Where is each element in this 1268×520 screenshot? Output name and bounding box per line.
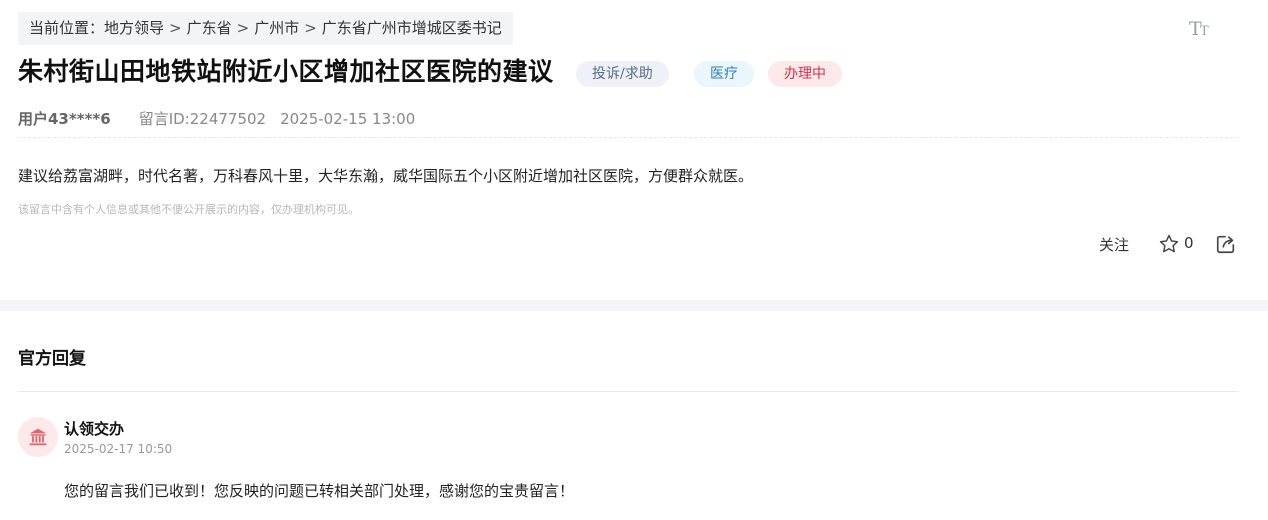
post-user: 用户43****6 bbox=[18, 110, 111, 128]
reply-body: 您的留言我们已收到！您反映的问题已转相关部门处理，感谢您的宝贵留言！ bbox=[64, 482, 575, 500]
breadcrumb-separator: > bbox=[169, 19, 182, 37]
tag-category: 医疗 bbox=[694, 61, 754, 87]
reply-org: 认领交办 bbox=[64, 420, 125, 438]
official-reply-title: 官方回复 bbox=[18, 349, 86, 369]
message-id: 留言ID:22477502 bbox=[138, 110, 267, 128]
breadcrumb-separator: > bbox=[236, 19, 250, 37]
star-icon bbox=[1159, 234, 1179, 253]
avatar bbox=[18, 417, 58, 457]
reply-time: 2025-02-17 10:50 bbox=[64, 442, 173, 456]
divider bbox=[18, 391, 1238, 392]
government-building-icon bbox=[29, 428, 47, 446]
breadcrumb-item-zengcheng-secretary[interactable]: 广东省广州市增城区委书记 bbox=[322, 19, 502, 37]
post-content: 建议给荔富湖畔，时代名著，万科春风十里，大华东瀚，威华国际五个小区附近增加社区医… bbox=[18, 167, 754, 185]
breadcrumb-item-local-leaders[interactable]: 地方领导 bbox=[104, 19, 164, 37]
tag-type: 投诉/求助 bbox=[576, 61, 669, 87]
breadcrumb-item-guangdong[interactable]: 广东省 bbox=[187, 19, 232, 37]
privacy-note: 该留言中含有个人信息或其他不便公开展示的内容，仅办理机构可见。 bbox=[18, 203, 359, 216]
share-icon[interactable] bbox=[1215, 233, 1237, 255]
breadcrumb-prefix: 当前位置： bbox=[29, 19, 105, 37]
divider bbox=[18, 137, 1238, 138]
breadcrumb: 当前位置：地方领导 > 广东省 > 广州市 > 广东省广州市增城区委书记 bbox=[18, 12, 513, 45]
font-size-icon[interactable]: TT bbox=[1188, 17, 1212, 41]
post-panel: 当前位置：地方领导 > 广东省 > 广州市 > 广东省广州市增城区委书记 TT 朱村街山田地… bbox=[0, 0, 1268, 300]
post-meta: 用户43****6 留言ID:22477502 2025-02-15 13:00 bbox=[18, 108, 415, 129]
section-separator bbox=[0, 300, 1268, 311]
breadcrumb-separator: > bbox=[304, 19, 317, 37]
follow-button[interactable]: 关注 bbox=[1099, 234, 1129, 255]
star-count: 0 bbox=[1184, 234, 1194, 252]
page-title: 朱村街山田地铁站附近小区增加社区医院的建议 bbox=[18, 57, 554, 86]
status-badge: 办理中 bbox=[768, 61, 842, 87]
breadcrumb-item-guangzhou[interactable]: 广州市 bbox=[254, 19, 299, 37]
post-datetime: 2025-02-15 13:00 bbox=[280, 110, 416, 128]
